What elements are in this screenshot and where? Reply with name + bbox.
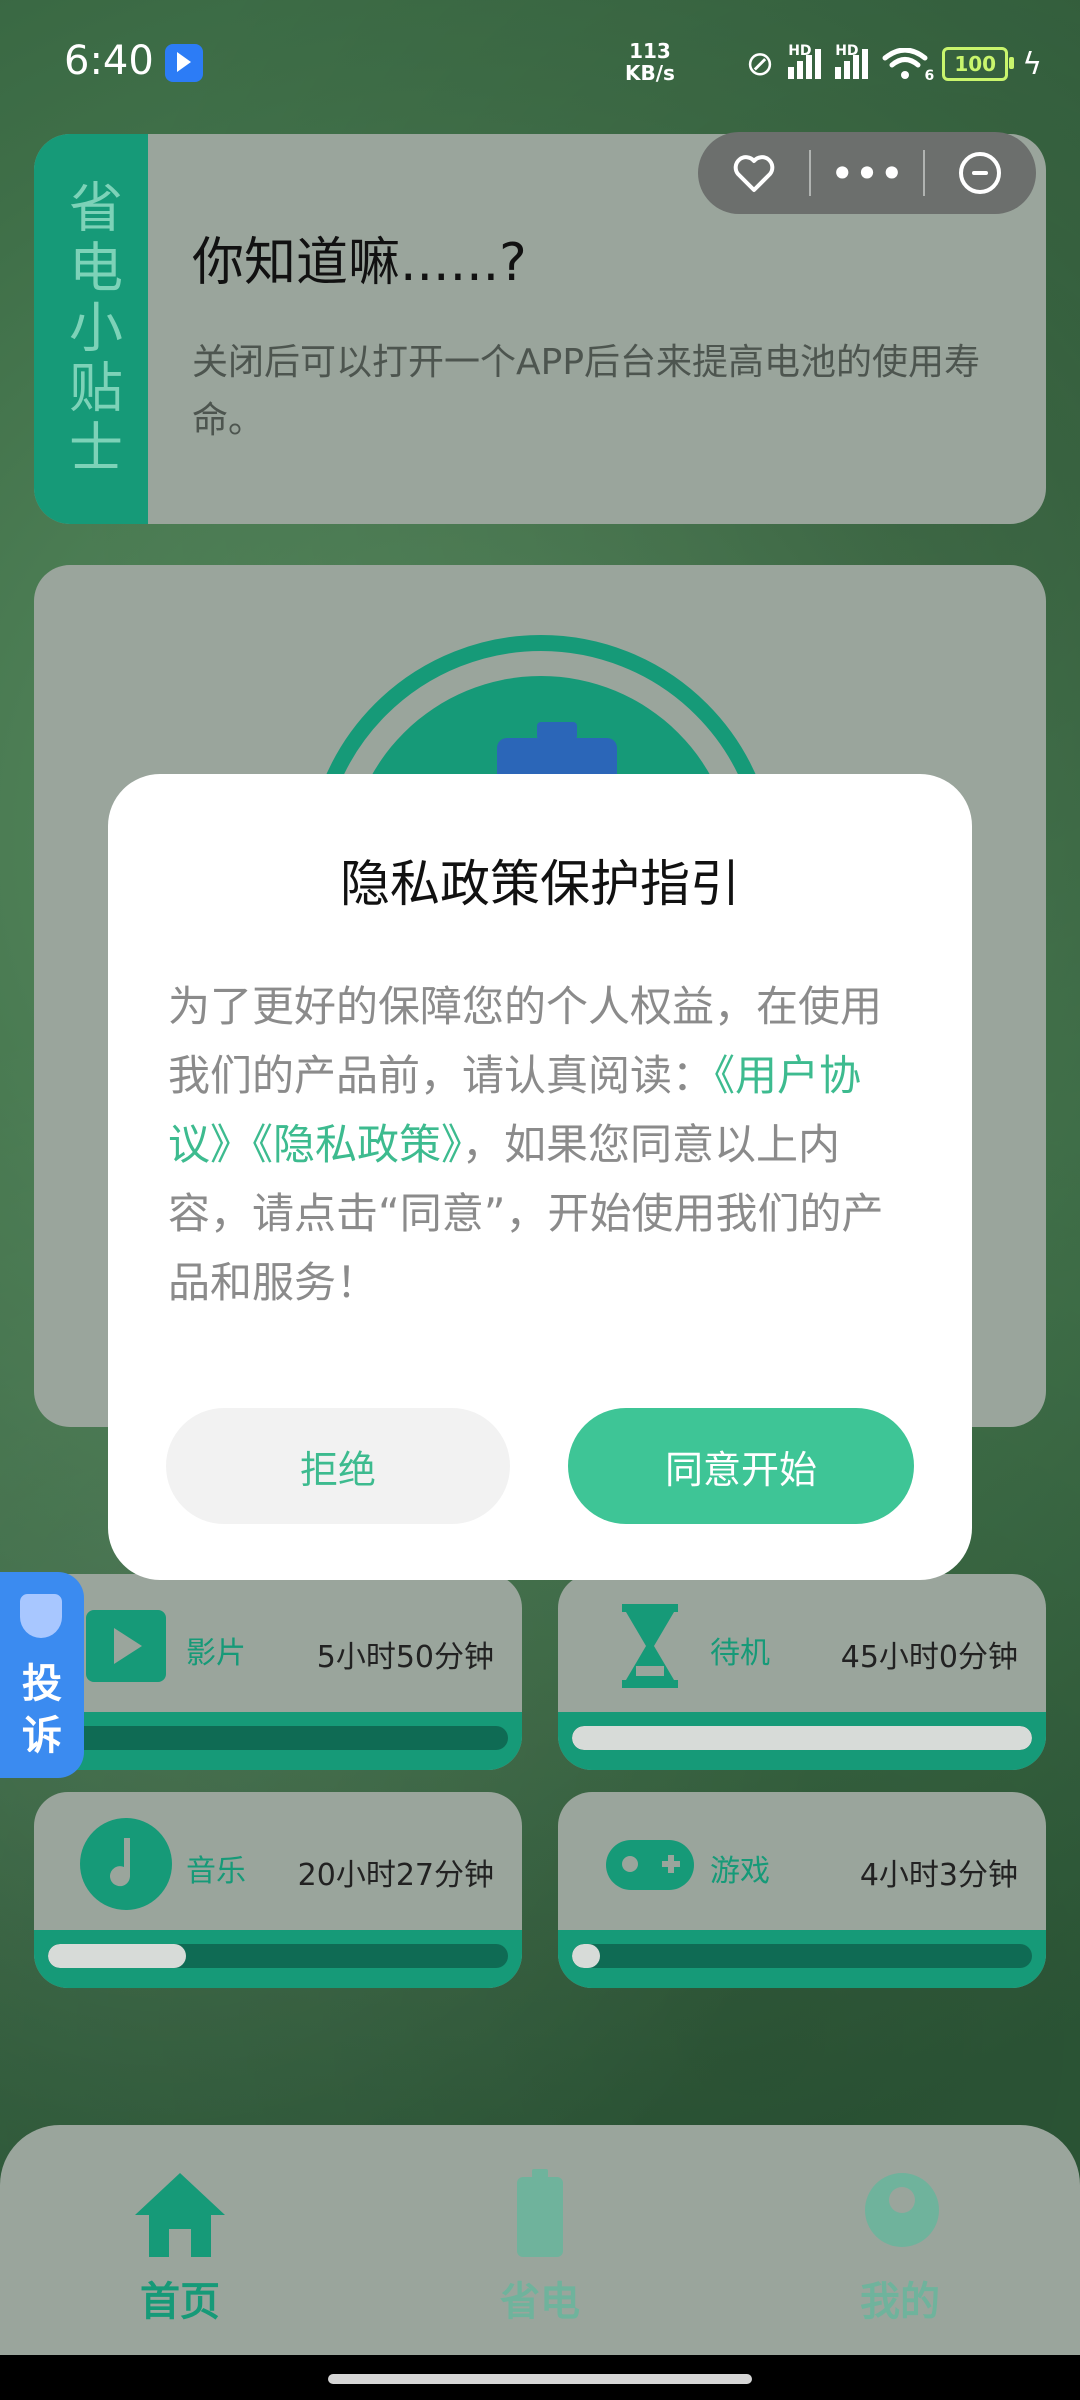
usage-label: 待机 [710,1636,770,1671]
minus-circle-icon [959,152,1002,194]
network-speed-unit: KB/s [625,61,675,85]
reject-button[interactable]: 拒绝 [166,1408,510,1524]
signal-icon: HD [835,43,869,79]
usage-progress-track [558,1712,1046,1770]
bottom-nav: 首页 省电 我的 [0,2125,1080,2355]
usage-time: 4小时3分钟 [859,1858,1018,1893]
nav-label-save: 省电 [500,2279,580,2325]
charging-icon: ϟ [1022,46,1042,82]
status-time: 6:40 [64,38,154,84]
shield-icon [20,1594,62,1638]
alarm-off-icon: ⊘ [745,44,775,84]
heart-icon [733,154,775,192]
gamepad-icon [604,1818,696,1910]
home-indicator[interactable] [328,2374,752,2384]
more-dots-icon: ••• [829,148,905,198]
wifi-label: 6 [924,68,935,84]
app-notification-icon [165,44,203,82]
music-note-icon [80,1818,172,1910]
privacy-dialog: 隐私政策保护指引 为了更好的保障您的个人权益，在使用我们的产品前，请认真阅读：《… [108,774,972,1580]
usage-card-standby[interactable]: 待机 45小时0分钟 [558,1574,1046,1770]
tips-body: 关闭后可以打开一个APP后台来提高电池的使用寿命。 [192,342,981,441]
usage-label: 音乐 [186,1854,246,1889]
usage-card-game[interactable]: 游戏 4小时3分钟 [558,1792,1046,1988]
usage-card-video[interactable]: 影片 5小时50分钟 [34,1574,522,1770]
status-bar: 6:40 113 KB/s ⊘ HD HD 6 100 ϟ [0,0,1080,125]
usage-label: 游戏 [710,1854,770,1889]
network-speed-value: 113 [629,39,671,63]
mini-program-capsule: ••• [698,132,1036,214]
usage-progress-fill [48,1944,186,1968]
user-icon [855,2173,945,2263]
usage-time: 5小时50分钟 [316,1640,494,1675]
play-icon [80,1600,172,1692]
home-icon [135,2173,225,2263]
nav-item-save[interactable]: 省电 [450,2169,630,2327]
usage-progress-fill [572,1944,600,1968]
tips-side-label: 省电小贴士 [59,179,123,479]
tips-title: 你知道嘛......? [192,233,527,293]
nav-label-me: 我的 [860,2279,940,2325]
dialog-body: 为了更好的保障您的个人权益，在使用我们的产品前，请认真阅读：《用户协议》《隐私政… [168,972,908,1317]
more-button[interactable]: ••• [811,132,922,214]
accept-button[interactable]: 同意开始 [568,1408,914,1524]
privacy-policy-link[interactable]: 《隐私政策》 [252,1120,462,1169]
usage-card-music[interactable]: 音乐 20小时27分钟 [34,1792,522,1988]
network-speed: 113 KB/s [625,40,675,84]
tips-side-panel: 省电小贴士 [34,134,148,524]
usage-progress-track [558,1930,1046,1988]
wifi-icon: 6 [882,47,934,84]
usage-progress-track [34,1712,522,1770]
complaint-label: 投诉 [22,1661,62,1759]
signal-icon: HD [788,43,822,79]
dialog-title: 隐私政策保护指引 [340,855,740,913]
nav-item-home[interactable]: 首页 [90,2173,270,2327]
complaint-button[interactable]: 投诉 [0,1572,84,1778]
usage-time: 45小时0分钟 [840,1640,1018,1675]
battery-indicator: 100 [942,47,1015,81]
usage-progress-track [34,1930,522,1988]
signal-hd-label: HD [788,43,812,59]
usage-label: 影片 [186,1636,246,1671]
signal-hd-label: HD [835,43,859,59]
battery-bolt-icon [495,2169,585,2263]
hourglass-icon [604,1600,696,1692]
status-icons: ⊘ HD HD 6 100 ϟ [745,43,1042,84]
usage-progress-fill [572,1726,1032,1750]
usage-time: 20小时27分钟 [297,1858,494,1893]
nav-label-home: 首页 [140,2279,220,2325]
favorite-button[interactable] [698,132,809,214]
close-button[interactable] [925,132,1036,214]
nav-item-me[interactable]: 我的 [810,2173,990,2327]
